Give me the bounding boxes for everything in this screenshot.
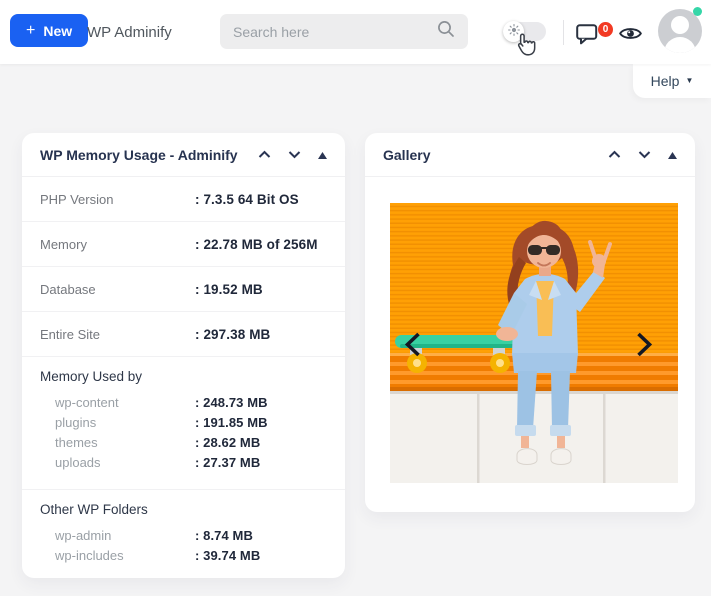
notification-badge: 0 [598,22,613,37]
new-button[interactable]: + New [10,14,89,47]
topbar-divider [563,20,564,45]
dark-mode-toggle[interactable] [503,21,546,42]
row-value: : 28.62 MB [195,434,261,450]
avatar-body-icon [664,37,696,53]
search-bar[interactable] [220,14,468,49]
chat-bubble-icon [576,24,598,48]
list-item: uploads : 27.37 MB [40,452,327,472]
move-up-button[interactable] [608,147,621,162]
gallery-widget-title: Gallery [383,146,431,163]
collapse-button[interactable] [668,147,677,162]
toggle-knob [503,21,524,42]
row-label: wp-includes [55,547,124,563]
comments-button[interactable] [576,24,598,48]
gallery-prev-button[interactable] [403,331,422,361]
view-site-button[interactable] [619,26,642,44]
widget-controls [258,147,327,162]
brand-title: WP Adminify [87,23,172,41]
row-label: uploads [55,454,101,470]
table-row: Database : 19.52 MB [22,267,345,312]
table-row: Entire Site : 297.38 MB [22,312,345,357]
plus-icon: + [26,21,36,39]
list-item: wp-admin : 8.74 MB [40,525,327,545]
row-value: : 248.73 MB [195,394,268,410]
row-value: : 39.74 MB [195,547,261,563]
row-label: wp-admin [55,527,112,543]
collapse-button[interactable] [318,147,327,162]
gallery-photo [390,203,678,483]
sun-icon [507,24,520,39]
topbar: + New WP Adminify Search here 0 [0,0,711,64]
widget-controls [608,147,677,162]
search-input[interactable] [233,23,437,40]
online-status-dot [693,7,702,16]
row-value: : 297.38 MB [195,326,271,342]
section-title: Other WP Folders [40,502,148,517]
avatar-head-icon [671,16,689,34]
row-value: : 191.85 MB [195,414,268,430]
move-up-button[interactable] [258,147,271,162]
row-label: Entire Site [40,326,100,342]
row-label: Database [40,281,96,297]
list-item: wp-content : 248.73 MB [40,392,327,412]
gallery-widget: Gallery [365,133,695,512]
row-value: : 8.74 MB [195,527,253,543]
gallery-next-button[interactable] [635,331,654,361]
section-title: Memory Used by [40,369,143,384]
list-item: plugins : 191.85 MB [40,412,327,432]
table-row: Memory : 22.78 MB of 256M [22,222,345,267]
help-dropdown[interactable]: Help ▼ [633,64,711,98]
list-item: themes : 28.62 MB [40,432,327,452]
eye-icon [619,28,642,44]
memory-usage-widget: WP Memory Usage - Adminify PHP Version :… [22,133,345,578]
row-value: : 7.3.5 64 Bit OS [195,191,299,207]
memory-widget-title: WP Memory Usage - Adminify [40,146,238,163]
memory-widget-header: WP Memory Usage - Adminify [22,133,345,177]
row-label: Memory [40,236,87,252]
new-button-label: New [43,22,73,39]
row-label: PHP Version [40,191,114,207]
help-label: Help [650,73,680,89]
move-down-button[interactable] [638,147,651,162]
search-icon [437,20,455,43]
chevron-right-icon [635,332,654,361]
row-label: plugins [55,414,97,430]
chevron-left-icon [403,332,422,361]
caret-down-icon: ▼ [685,76,694,85]
other-wp-folders-section: Other WP Folders wp-admin : 8.74 MB wp-i… [22,490,345,578]
row-value: : 27.37 MB [195,454,261,470]
row-value: : 22.78 MB of 256M [195,236,318,252]
row-value: : 19.52 MB [195,281,263,297]
row-label: themes [55,434,98,450]
move-down-button[interactable] [288,147,301,162]
gallery-widget-header: Gallery [365,133,695,177]
table-row: PHP Version : 7.3.5 64 Bit OS [22,177,345,222]
row-label: wp-content [55,394,119,410]
list-item: wp-includes : 39.74 MB [40,545,327,565]
memory-used-by-section: Memory Used by wp-content : 248.73 MB pl… [22,357,345,490]
